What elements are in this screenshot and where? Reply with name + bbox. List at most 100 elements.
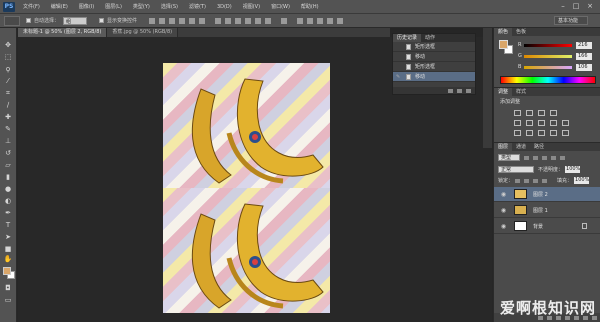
tab-banana[interactable]: 香蕉.jpg @ 50% (RGB/8) bbox=[107, 28, 179, 37]
history-item-selected[interactable]: ✎ 移动 bbox=[393, 72, 475, 82]
3d-roll-icon[interactable] bbox=[317, 17, 324, 24]
align-left-icon[interactable] bbox=[179, 17, 186, 24]
history-item[interactable]: 矩形选框 bbox=[393, 62, 475, 72]
distribute-center-icon[interactable] bbox=[255, 17, 262, 24]
show-transform-checkbox[interactable] bbox=[99, 18, 105, 23]
pen-tool-icon[interactable]: ✒ bbox=[3, 209, 13, 218]
lock-position-icon[interactable] bbox=[533, 178, 539, 183]
align-top-icon[interactable] bbox=[149, 17, 156, 24]
tab-paths[interactable]: 路径 bbox=[530, 143, 548, 151]
threshold-icon[interactable] bbox=[538, 130, 545, 136]
foreground-color-chip[interactable] bbox=[499, 40, 508, 49]
layer-kind-dropdown[interactable]: 类型 bbox=[498, 154, 520, 161]
new-document-from-state-icon[interactable] bbox=[448, 88, 453, 93]
lasso-tool-icon[interactable]: ϙ bbox=[3, 65, 13, 74]
align-right-icon[interactable] bbox=[199, 17, 206, 24]
trash-icon[interactable] bbox=[466, 88, 471, 93]
menu-type[interactable]: 类型(Y) bbox=[133, 3, 150, 10]
3d-pan-icon[interactable] bbox=[327, 17, 334, 24]
menu-window[interactable]: 窗口(W) bbox=[271, 3, 290, 10]
eraser-tool-icon[interactable]: ▱ bbox=[3, 161, 13, 170]
red-slider[interactable]: R 216 bbox=[518, 40, 598, 50]
move-tool-preset-icon[interactable] bbox=[4, 15, 20, 26]
photo-filter-icon[interactable] bbox=[562, 120, 569, 126]
close-button[interactable]: × bbox=[585, 2, 595, 11]
posterize-icon[interactable] bbox=[526, 130, 533, 136]
blur-tool-icon[interactable]: ● bbox=[3, 185, 13, 194]
eyedropper-tool-icon[interactable]: ∕ bbox=[3, 101, 13, 110]
red-value[interactable]: 216 bbox=[576, 41, 592, 49]
filter-adjustment-icon[interactable] bbox=[533, 155, 538, 160]
auto-select-checkbox[interactable] bbox=[26, 18, 31, 23]
path-selection-tool-icon[interactable]: ➤ bbox=[3, 233, 13, 242]
workspace-switcher[interactable]: 基本功能 bbox=[554, 16, 588, 25]
gradient-map-icon[interactable] bbox=[562, 130, 569, 136]
distribute-right-icon[interactable] bbox=[265, 17, 272, 24]
layer-row-selected[interactable]: ◉ 图层 2 bbox=[494, 187, 600, 202]
marquee-tool-icon[interactable]: ⬚ bbox=[3, 53, 13, 62]
lock-all-icon[interactable] bbox=[542, 178, 548, 183]
red-track[interactable] bbox=[524, 43, 572, 47]
tab-actions[interactable]: 动作 bbox=[421, 34, 439, 42]
type-tool-icon[interactable]: T bbox=[3, 221, 13, 230]
brush-tool-icon[interactable]: ✎ bbox=[3, 125, 13, 134]
menu-layer[interactable]: 图层(L) bbox=[105, 3, 122, 10]
blue-track[interactable] bbox=[524, 65, 572, 69]
visibility-eye-icon[interactable]: ◉ bbox=[499, 206, 508, 215]
green-slider[interactable]: G 166 bbox=[518, 51, 598, 61]
green-track[interactable] bbox=[524, 54, 572, 58]
filter-shape-icon[interactable] bbox=[551, 155, 556, 160]
levels-icon[interactable] bbox=[526, 110, 533, 116]
exposure-icon[interactable] bbox=[550, 110, 557, 116]
layer-row[interactable]: ◉ 背景 bbox=[494, 219, 600, 234]
align-bottom-icon[interactable] bbox=[169, 17, 176, 24]
color-swatches[interactable] bbox=[3, 267, 15, 279]
distribute-left-icon[interactable] bbox=[245, 17, 252, 24]
opacity-input[interactable]: 100% bbox=[565, 166, 580, 173]
menu-image[interactable]: 图像(I) bbox=[79, 3, 94, 10]
foreground-color-swatch[interactable] bbox=[3, 267, 11, 275]
color-spectrum-bar[interactable] bbox=[500, 76, 596, 84]
healing-brush-tool-icon[interactable]: ✚ bbox=[3, 113, 13, 122]
gradient-tool-icon[interactable]: ▮ bbox=[3, 173, 13, 182]
history-item[interactable]: 矩形选框 bbox=[393, 42, 475, 52]
quick-select-tool-icon[interactable]: ⁄ bbox=[3, 77, 13, 86]
selective-color-icon[interactable] bbox=[550, 130, 557, 136]
tab-untitled[interactable]: 未标题-1 @ 50% (图层 2, RGB/8) bbox=[18, 28, 108, 37]
maximize-button[interactable]: □ bbox=[571, 2, 581, 11]
3d-mode-icon[interactable] bbox=[297, 17, 304, 24]
fill-input[interactable]: 100% bbox=[574, 177, 589, 184]
shape-tool-icon[interactable]: ■ bbox=[3, 245, 13, 254]
3d-rotate-icon[interactable] bbox=[307, 17, 314, 24]
menu-filter[interactable]: 滤镜(T) bbox=[189, 3, 206, 10]
distribute-middle-icon[interactable] bbox=[225, 17, 232, 24]
distribute-bottom-icon[interactable] bbox=[235, 17, 242, 24]
vibrance-icon[interactable] bbox=[514, 120, 521, 126]
align-middle-icon[interactable] bbox=[159, 17, 166, 24]
clone-stamp-tool-icon[interactable]: ⊥ bbox=[3, 137, 13, 146]
snapshot-icon[interactable] bbox=[457, 88, 462, 93]
menu-select[interactable]: 选择(S) bbox=[161, 3, 178, 10]
move-tool-icon[interactable]: ✥ bbox=[3, 41, 13, 50]
lock-transparent-icon[interactable] bbox=[515, 178, 521, 183]
distribute-top-icon[interactable] bbox=[215, 17, 222, 24]
collapsed-panel-dock[interactable] bbox=[483, 28, 492, 148]
auto-select-dropdown[interactable]: 组 bbox=[63, 16, 88, 25]
hue-saturation-icon[interactable] bbox=[526, 120, 533, 126]
menu-file[interactable]: 文件(F) bbox=[23, 3, 40, 10]
tab-swatches[interactable]: 色板 bbox=[512, 28, 530, 36]
filter-pixel-icon[interactable] bbox=[524, 155, 529, 160]
menu-3d[interactable]: 3D(D) bbox=[217, 4, 232, 10]
invert-icon[interactable] bbox=[514, 130, 521, 136]
green-value[interactable]: 166 bbox=[576, 52, 592, 60]
history-item[interactable]: 移动 bbox=[393, 52, 475, 62]
lock-pixels-icon[interactable] bbox=[524, 178, 530, 183]
align-center-icon[interactable] bbox=[189, 17, 196, 24]
menu-view[interactable]: 视图(V) bbox=[243, 3, 260, 10]
tab-styles[interactable]: 样式 bbox=[512, 88, 530, 96]
brightness-contrast-icon[interactable] bbox=[514, 110, 521, 116]
menu-help[interactable]: 帮助(H) bbox=[301, 3, 319, 10]
black-white-icon[interactable] bbox=[550, 120, 557, 126]
layer-row[interactable]: ◉ 图层 1 bbox=[494, 203, 600, 218]
tab-channels[interactable]: 通道 bbox=[512, 143, 530, 151]
